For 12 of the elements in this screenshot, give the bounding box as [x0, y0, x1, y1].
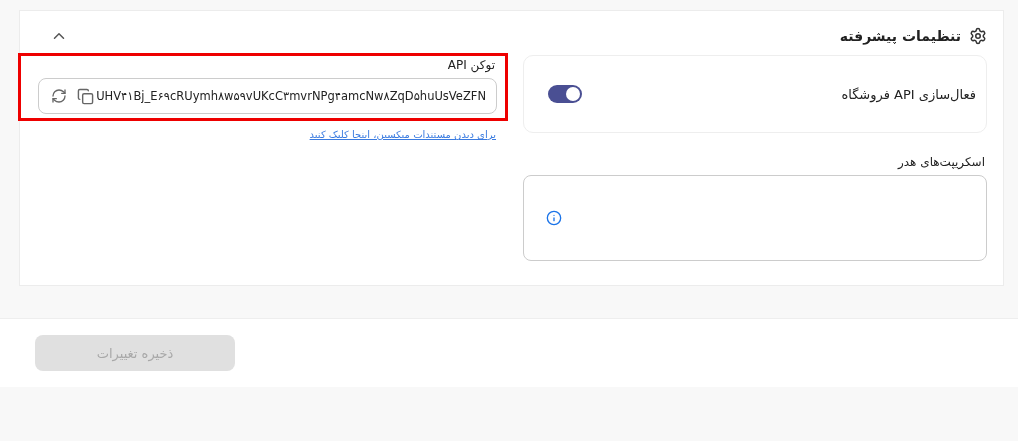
toggle-label: فعال‌سازی API فروشگاه [841, 86, 976, 102]
toggle-switch[interactable] [548, 85, 582, 103]
settings-icon [969, 27, 987, 45]
field-label: توکن API [446, 58, 495, 72]
field-label: اسکریپت‌های هدر [896, 155, 985, 169]
docs-link[interactable]: برای دیدن مستندات میکسین، اینجا کلیک کنید [309, 129, 496, 140]
token-field[interactable]: UHV۴۱Bj_E۶۹cRUymh۸w۵۹vUKcC۳mvrNPg۴amcNw۸ZqD۵huUsVeZFN [38, 78, 497, 114]
token-value: UHV۴۱Bj_E۶۹cRUymh۸w۵۹vUKcC۳mvrNPg۴amcNw۸ZqD۵huUsVeZFN [96, 89, 486, 103]
section-title: تنظیمات پیشرفته [839, 28, 961, 44]
refresh-icon[interactable] [51, 88, 67, 104]
info-icon [546, 210, 562, 226]
copy-icon[interactable] [77, 87, 94, 105]
